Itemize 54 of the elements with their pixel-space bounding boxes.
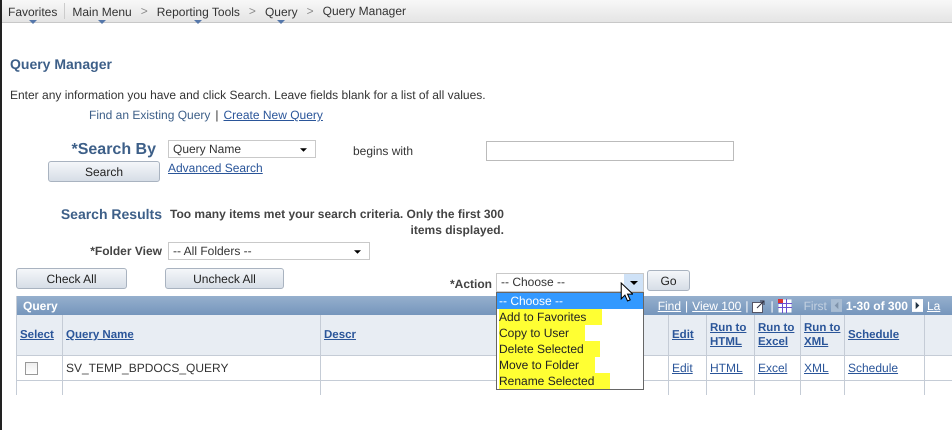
caret-icon[interactable] — [300, 148, 307, 152]
grid-icon[interactable] — [778, 298, 792, 312]
breadcrumb-separator: > — [248, 4, 256, 18]
pager-separator: | — [770, 298, 774, 312]
column-header[interactable]: Select — [20, 328, 54, 342]
page-title: Query Manager — [10, 56, 113, 72]
action-label: *Action — [450, 277, 492, 291]
table-link[interactable]: Excel — [758, 361, 788, 375]
column-header[interactable]: Run to Excel — [758, 321, 797, 349]
breadcrumb-menu[interactable]: Main Menu — [72, 4, 132, 18]
pager-separator: | — [685, 298, 688, 312]
row-checkbox[interactable] — [25, 362, 38, 374]
create-query-link[interactable]: Create New Query — [224, 108, 323, 122]
pager-separator: | — [745, 298, 748, 312]
table-link[interactable]: Schedule — [848, 361, 898, 375]
grid-action-button[interactable]: Uncheck All — [165, 268, 284, 289]
folder-view-dropdown[interactable]: -- All Folders -- — [168, 242, 370, 260]
caret-icon[interactable] — [354, 250, 361, 254]
caret-icon[interactable] — [630, 280, 638, 284]
breadcrumb-separator: > — [140, 4, 148, 18]
table-link[interactable]: Edit — [672, 361, 693, 375]
search-results-label: Search Results — [60, 206, 162, 222]
grid-action-button[interactable]: Check All — [16, 268, 127, 289]
breadcrumb-menu[interactable]: Reporting Tools — [156, 4, 240, 18]
column-header[interactable]: Schedule — [848, 328, 900, 342]
results-message: Too many items met your search criteria. Only the first 300 items displayed. — [170, 206, 504, 238]
column-header[interactable]: Query Name — [66, 328, 134, 342]
breadcrumb-menu[interactable]: Query — [264, 4, 298, 18]
table-link[interactable]: XML — [804, 361, 829, 375]
search-text-field[interactable] — [486, 141, 734, 161]
breadcrumb-separator: > — [306, 4, 314, 18]
search-by-label: *Search By — [72, 140, 156, 160]
page-range: 1-30 of 300 — [846, 298, 908, 312]
column-header[interactable]: Run to HTML — [710, 321, 751, 349]
link-separator: | — [215, 108, 219, 122]
grid-title: Query — [22, 298, 58, 312]
column-header[interactable]: Descr — [324, 328, 356, 342]
search-button[interactable]: Search — [48, 161, 160, 182]
column-header[interactable]: Edit — [672, 328, 694, 342]
folder-view-label: *Folder View — [89, 244, 162, 258]
current-page-label: Find an Existing Query — [89, 108, 210, 122]
search-by-dropdown[interactable]: Query Name — [168, 140, 316, 158]
table-cell: SV_TEMP_BPDOCS_QUERY — [66, 361, 228, 375]
advanced-search-link[interactable]: Advanced Search — [168, 161, 316, 175]
breadcrumb-item[interactable]: Query Manager — [322, 4, 406, 18]
breadcrumb-menu[interactable]: Favorites — [8, 4, 58, 18]
column-header[interactable]: Run to XML — [804, 321, 841, 349]
action-dropdown[interactable]: -- Choose -- — [496, 273, 644, 292]
operator-label: begins with — [353, 144, 414, 158]
instructions-text: Enter any information you have and click Search. Leave fields blank for a list of all values. — [10, 88, 487, 102]
new-window-icon[interactable] — [752, 298, 766, 312]
table-link[interactable]: HTML — [710, 361, 743, 375]
go-button[interactable]: Go — [647, 270, 690, 291]
first-page-label: First — [804, 298, 827, 312]
